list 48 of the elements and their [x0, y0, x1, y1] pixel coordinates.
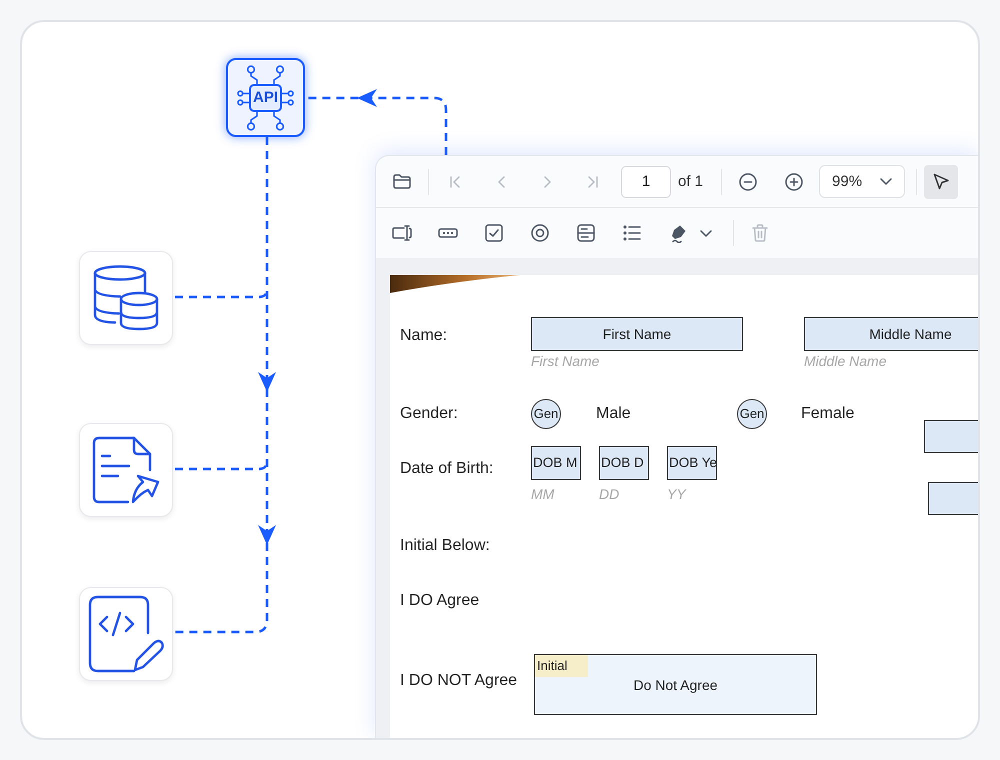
select-tool-button[interactable]: [924, 164, 958, 198]
option-label: Male: [596, 404, 631, 424]
document-cursor-icon: [92, 436, 160, 504]
folder-icon: [393, 174, 411, 189]
chevron-down-icon: [700, 230, 712, 236]
input-dots-icon: [438, 228, 458, 238]
text-field-icon: [392, 225, 412, 241]
field-label: Gender:: [400, 404, 458, 424]
page-number-field[interactable]: 1: [621, 166, 671, 198]
radio-field[interactable]: Gen: [737, 399, 767, 429]
field-tag: Initial: [535, 655, 588, 677]
bullet-list-icon: [623, 225, 641, 241]
option-label: Female: [801, 404, 854, 424]
code-pen-icon: [88, 595, 164, 673]
chevron-left-icon: [498, 176, 504, 188]
field-caption: Middle Name: [804, 352, 886, 370]
zoom-dropdown[interactable]: 99%: [819, 165, 906, 198]
minus-circle-icon: [739, 172, 758, 190]
field-label: Date of Birth:: [400, 459, 494, 479]
chevron-right-icon: [544, 176, 550, 188]
checkbox-icon: [485, 224, 503, 242]
api-chip: API: [249, 84, 282, 112]
plus-circle-icon: [785, 172, 804, 190]
field-caption: YY: [667, 485, 686, 503]
initial-field[interactable]: Do Not Agree Initial: [534, 654, 817, 715]
input-field[interactable]: [928, 482, 978, 515]
field-label: I DO NOT Agree: [400, 671, 518, 691]
section-heading: Initial Below:: [400, 536, 490, 556]
list-box-icon: [577, 224, 595, 242]
agree-label: I DO Agree: [400, 591, 480, 611]
field-caption: MM: [531, 485, 554, 503]
radio-icon: [531, 224, 549, 242]
text-field[interactable]: Middle Name: [804, 317, 978, 351]
cursor-arrow-icon: [932, 173, 950, 190]
chevron-bar-left-icon: [450, 176, 460, 188]
text-field[interactable]: DOB M: [531, 446, 581, 480]
text-field[interactable]: First Name: [531, 317, 743, 351]
field-caption: First Name: [531, 352, 600, 370]
chevron-bar-right-icon: [588, 176, 598, 188]
field-caption: DD: [599, 485, 620, 503]
text-field[interactable]: DOB D: [599, 446, 649, 480]
input-field[interactable]: [924, 420, 978, 453]
field-label: Name:: [400, 326, 448, 346]
chevron-down-icon: [880, 178, 892, 185]
page-count-label: of 1: [678, 173, 704, 190]
database-icon: [93, 265, 159, 331]
radio-field[interactable]: Gen: [531, 399, 561, 429]
trash-icon: [752, 224, 768, 242]
